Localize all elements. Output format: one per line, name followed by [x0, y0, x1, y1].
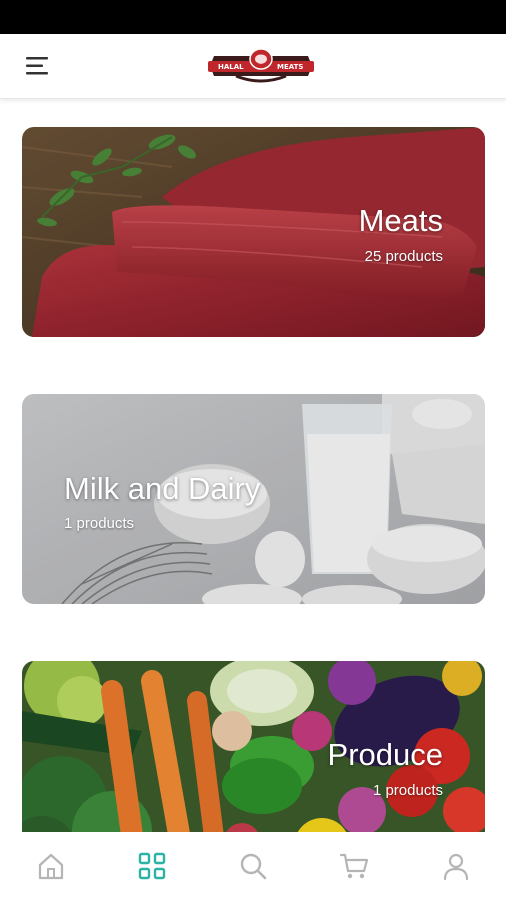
category-title: Meats [358, 203, 443, 238]
menu-button[interactable] [22, 52, 52, 80]
category-title: Milk and Dairy [64, 471, 261, 506]
category-card-milk-and-dairy[interactable]: Milk and Dairy 1 products [22, 394, 485, 604]
bottom-navigation [0, 832, 506, 900]
cart-icon [340, 853, 369, 879]
category-product-count: 25 products [364, 248, 443, 265]
hamburger-menu-icon [26, 57, 48, 75]
app-header: HALAL MEATS [0, 34, 506, 99]
search-icon [240, 853, 267, 880]
grid-icon [138, 852, 165, 880]
category-product-count: 1 products [64, 515, 135, 532]
user-icon [443, 853, 468, 881]
category-title: Produce [327, 737, 443, 772]
nav-categories[interactable] [101, 832, 202, 900]
category-card-produce[interactable]: Produce 1 products [22, 661, 485, 832]
category-list: Meats 25 products Milk and Dairy 1 produ… [0, 99, 506, 832]
home-icon [38, 853, 63, 880]
nav-search[interactable] [203, 832, 304, 900]
nav-cart[interactable] [304, 832, 405, 900]
nav-profile[interactable] [405, 832, 506, 900]
category-product-count: 1 products [372, 782, 443, 799]
logo-text-right: MEATS [277, 63, 303, 71]
category-card-meats[interactable]: Meats 25 products [22, 127, 485, 337]
logo-text-left: HALAL [218, 63, 244, 71]
halal-meats-logo[interactable]: HALAL MEATS [206, 44, 316, 88]
status-bar [0, 0, 506, 34]
nav-home[interactable] [0, 832, 101, 900]
